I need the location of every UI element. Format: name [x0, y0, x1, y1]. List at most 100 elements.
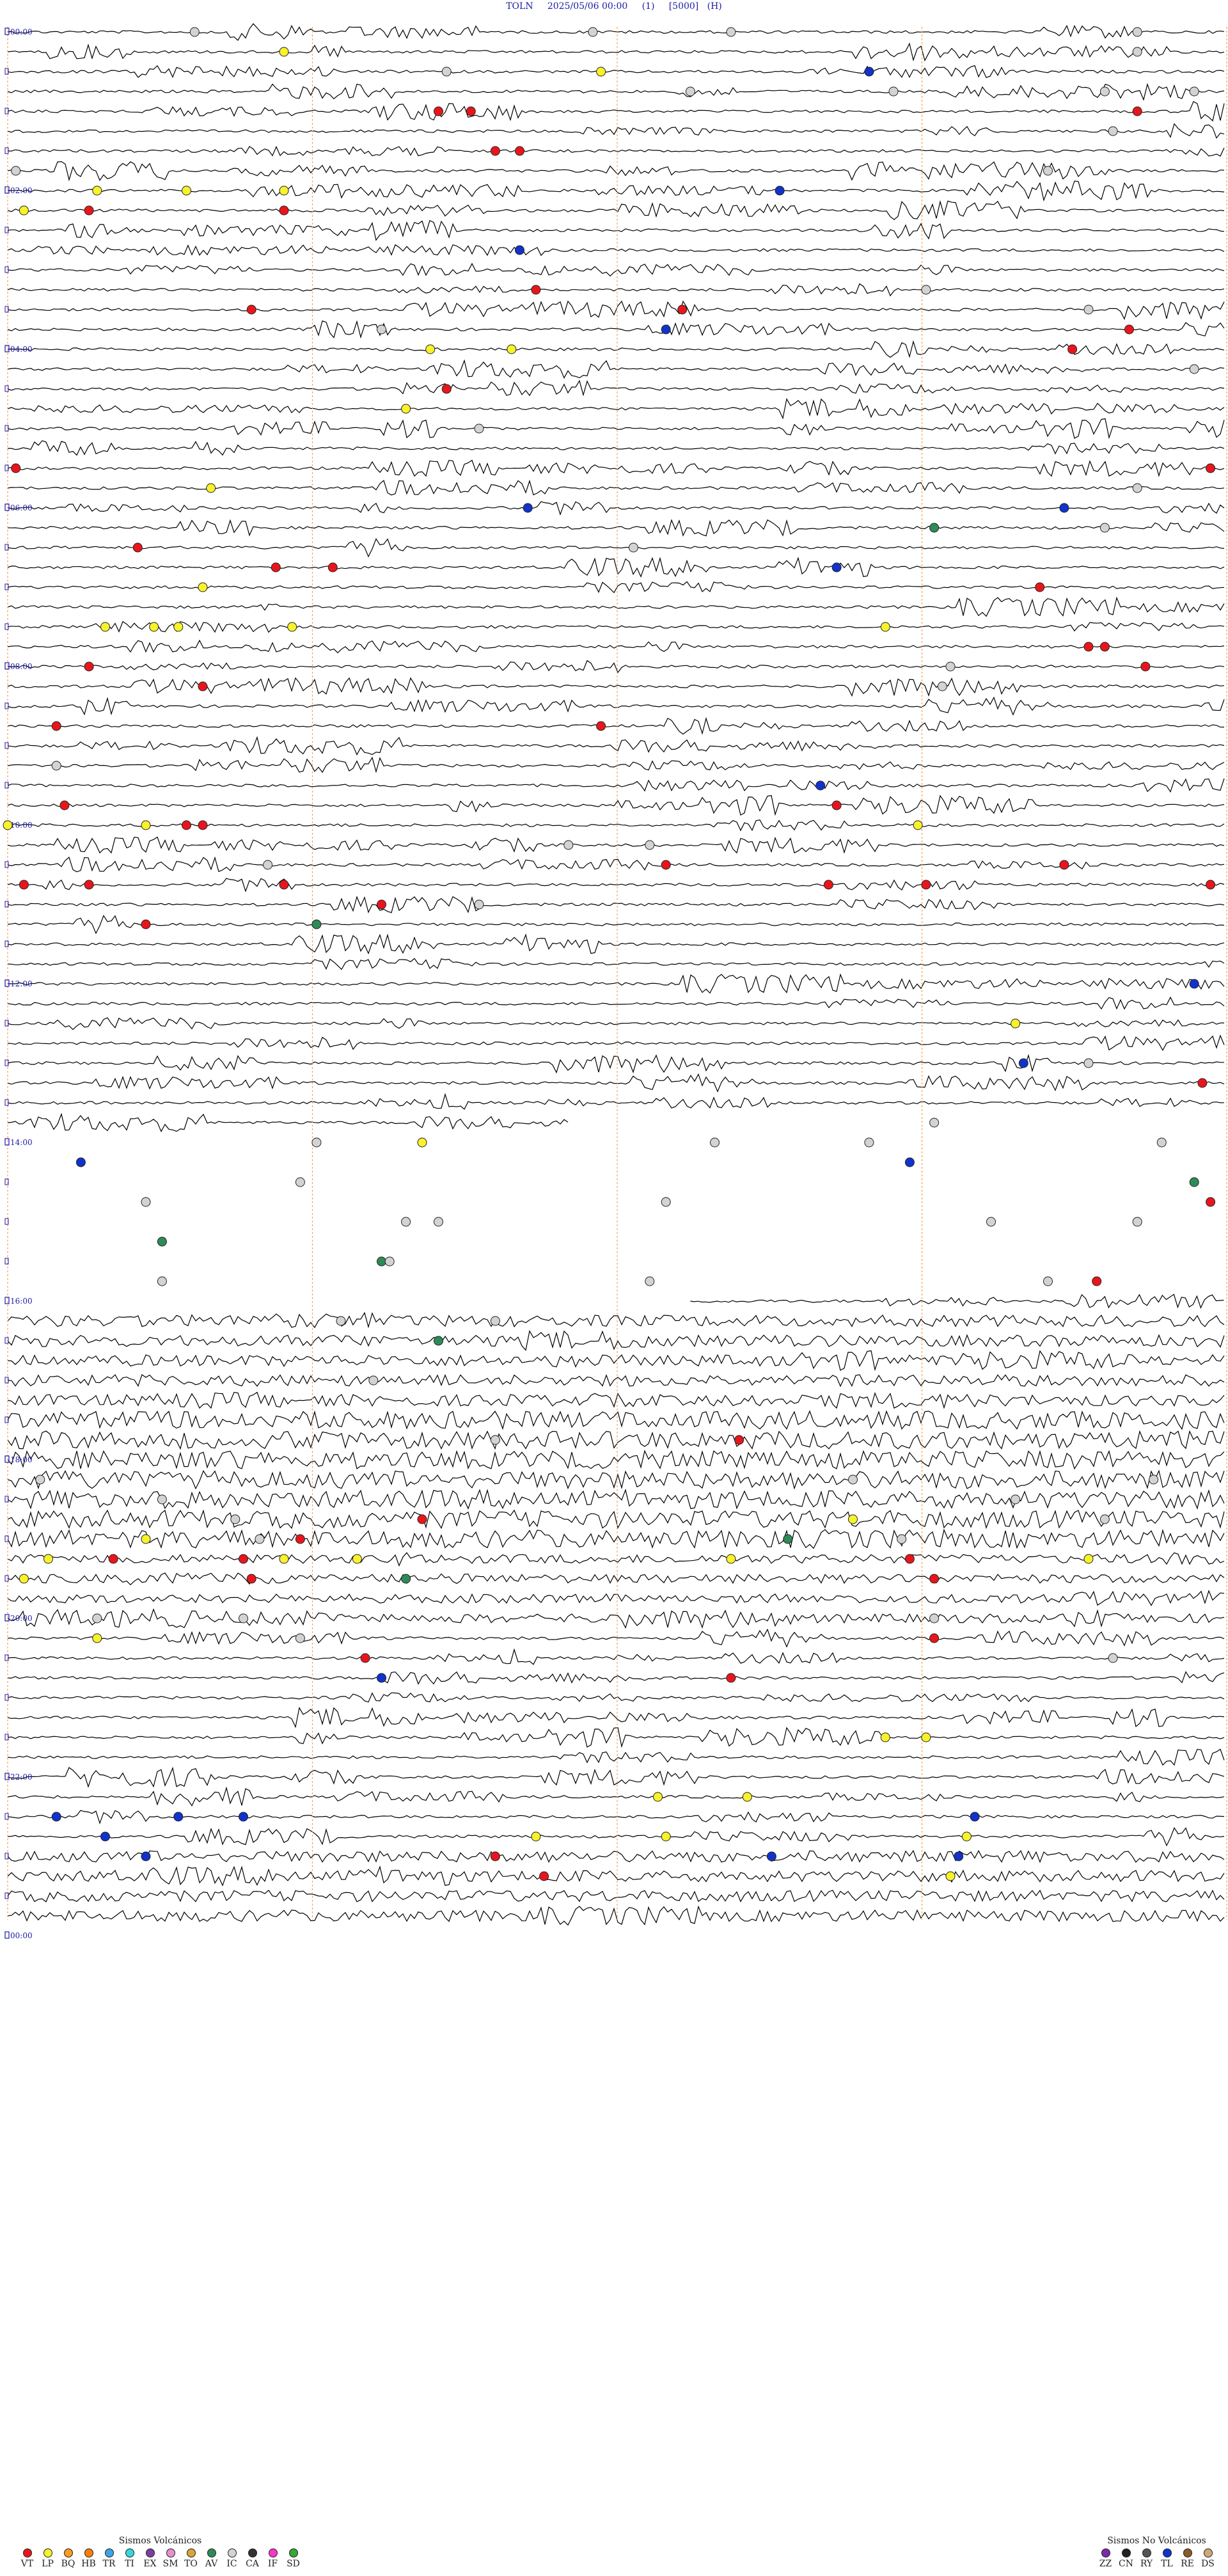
legend-item: VT [18, 2548, 36, 2569]
legend-swatch [125, 2548, 134, 2557]
legend-swatch [248, 2548, 257, 2557]
trace-row [7, 756, 1225, 773]
event-marker [904, 1554, 915, 1564]
legend-non-volcanic-title: Sismos No Volcánicos [1107, 2536, 1206, 2546]
hour-tick [4, 979, 10, 987]
event-marker [1189, 1177, 1199, 1187]
event-marker [1108, 1653, 1118, 1663]
legend-swatch [166, 2548, 175, 2557]
event-marker [1132, 106, 1142, 116]
event-marker [141, 919, 151, 929]
event-marker [377, 1673, 386, 1683]
event-marker [206, 483, 216, 493]
legend-label: DS [1201, 2559, 1215, 2569]
event-marker [35, 1474, 45, 1485]
event-marker [1197, 1078, 1208, 1088]
hour-label: 20:00 [10, 1614, 33, 1623]
legend-swatch [1142, 2548, 1151, 2557]
event-marker [401, 1574, 411, 1584]
event-marker [434, 1217, 443, 1227]
event-marker [141, 820, 151, 830]
event-marker [815, 780, 826, 791]
event-marker [645, 1276, 655, 1286]
event-marker [141, 1534, 151, 1544]
event-marker [474, 899, 484, 910]
legend-item: SD [284, 2548, 303, 2569]
trace-row [7, 1552, 1225, 1567]
legend-non-volcanic: Sismos No Volcánicos ZZ CN RY TL RE DS [1096, 2536, 1217, 2569]
event-marker [734, 1435, 744, 1445]
legend-item: LP [38, 2548, 57, 2569]
event-marker [352, 1554, 362, 1564]
hour-tick [4, 28, 10, 35]
trace-row [7, 320, 1225, 339]
event-marker [157, 1237, 167, 1247]
legend-item: CA [243, 2548, 262, 2569]
event-marker [198, 582, 208, 592]
event-marker [246, 1574, 256, 1584]
event-marker [490, 1851, 500, 1861]
legend-label: AV [205, 2559, 218, 2569]
hour-label: 18:00 [10, 1455, 33, 1464]
event-marker [661, 1197, 671, 1207]
event-marker [1206, 880, 1216, 890]
event-marker [230, 1514, 240, 1524]
trace-row [7, 146, 1225, 157]
hour-label: 16:00 [10, 1297, 33, 1306]
trace-row [7, 1017, 1224, 1031]
event-marker [51, 1812, 61, 1822]
trace-row [7, 878, 1225, 893]
event-marker [742, 1792, 752, 1802]
event-marker [84, 880, 94, 890]
legend-label: ZZ [1099, 2559, 1112, 2569]
hour-label: 10:00 [10, 821, 33, 830]
event-marker [531, 1831, 541, 1842]
trace-row [7, 778, 1225, 793]
event-marker [3, 820, 13, 830]
event-marker [149, 622, 159, 632]
event-marker [783, 1534, 793, 1544]
event-marker [377, 899, 386, 910]
event-marker [92, 1613, 102, 1624]
trace-row [7, 1391, 1225, 1409]
legend-item: EX [141, 2548, 159, 2569]
event-marker [1206, 1197, 1216, 1207]
legend-item: RY [1137, 2548, 1156, 2569]
event-marker [1132, 47, 1142, 57]
trace-row [7, 1889, 1225, 1902]
event-marker [531, 285, 541, 295]
event-marker [880, 622, 890, 632]
event-marker [588, 27, 598, 37]
trace-row [7, 459, 1225, 477]
legend-swatch [288, 2548, 298, 2557]
event-marker [173, 1812, 184, 1822]
trace-row [7, 538, 1225, 558]
trace-row [7, 1766, 1225, 1789]
legend-label: SM [162, 2559, 178, 2569]
event-marker [1189, 979, 1199, 989]
event-marker [1043, 166, 1053, 176]
trace-row [7, 716, 1225, 735]
trace-row [7, 340, 1225, 358]
legend-item: DS [1199, 2548, 1217, 2569]
event-marker [1059, 503, 1069, 513]
legend-label: LP [42, 2559, 54, 2569]
event-marker [490, 146, 500, 156]
event-marker [92, 186, 102, 196]
event-marker [19, 205, 29, 216]
trace-row [8, 440, 1225, 456]
event-marker [198, 681, 208, 691]
event-marker [401, 1217, 411, 1227]
event-marker [1018, 1058, 1028, 1068]
legend-item: RE [1178, 2548, 1197, 2569]
legend-item: TO [182, 2548, 200, 2569]
event-marker [157, 1276, 167, 1286]
event-marker [132, 542, 143, 553]
trace-row [7, 1509, 1225, 1529]
hour-label: 08:00 [10, 662, 33, 671]
event-marker [1083, 1058, 1094, 1068]
event-marker [921, 880, 931, 890]
trace-row [7, 1430, 1225, 1450]
event-marker [327, 562, 338, 573]
event-marker [1132, 27, 1142, 37]
